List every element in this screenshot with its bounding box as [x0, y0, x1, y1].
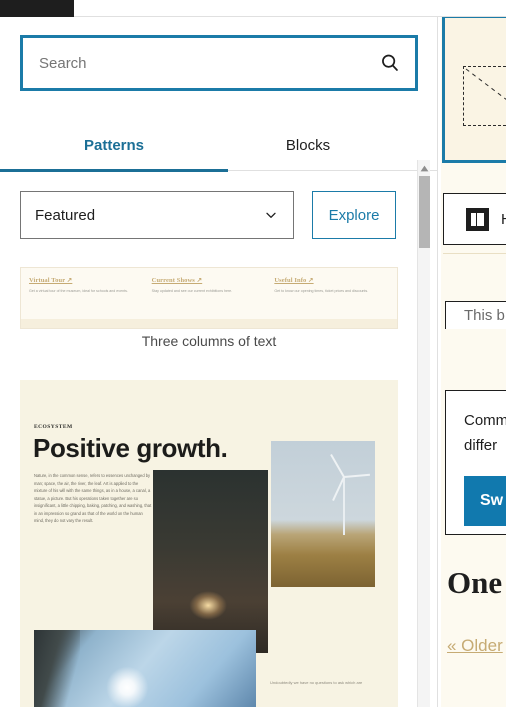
- scrollbar-thumb[interactable]: [419, 176, 430, 248]
- preview-body-text: Nature, in the common sense, refers to e…: [34, 473, 152, 524]
- block-inserter-panel: Patterns Blocks Featured Explore Virtual…: [0, 17, 438, 707]
- pattern-caption: Three columns of text: [141, 333, 277, 349]
- category-select[interactable]: Featured: [20, 191, 294, 239]
- canvas-divider: [443, 253, 506, 254]
- preview-headline: Positive growth.: [33, 433, 228, 463]
- preview-caption-text: Undoubtedly we have no questions to ask …: [270, 680, 363, 685]
- switch-prompt-line-2: differ: [464, 437, 498, 454]
- chevron-down-icon: [266, 212, 276, 218]
- turbine-blade: [343, 473, 370, 478]
- category-select-value: Featured: [35, 206, 96, 224]
- tab-patterns[interactable]: Patterns: [0, 119, 228, 172]
- sky-ridge: [34, 630, 80, 707]
- search-box[interactable]: [20, 35, 418, 91]
- column-body: Get a virtual tour of the museum, ideal …: [29, 289, 128, 293]
- column-body: Stay updated and see our current exhibit…: [151, 289, 233, 293]
- preview-eyebrow: ECOSYSTEM: [34, 424, 73, 430]
- switch-prompt-card[interactable]: Comm differ Sw: [445, 390, 506, 535]
- scroll-up-arrow-icon[interactable]: [418, 162, 431, 175]
- placeholder-diagonal-icon: [465, 68, 506, 100]
- forest-image: [153, 470, 268, 653]
- inserter-scrollbar[interactable]: [417, 160, 430, 707]
- preview-column: Useful Info ↗ Get to know our opening ti…: [274, 276, 389, 295]
- sunny-sky-image: [34, 630, 256, 707]
- editor-window: Patterns Blocks Featured Explore Virtual…: [0, 0, 506, 707]
- media-and-text-icon: [466, 207, 489, 231]
- media-text-block[interactable]: H: [443, 193, 506, 245]
- pattern-filter-row: Featured Explore: [20, 191, 418, 239]
- placeholder-frame: [463, 66, 506, 126]
- preview-columns: Virtual Tour ↗ Get a virtual tour of the…: [21, 268, 397, 295]
- search-input[interactable]: [37, 38, 379, 88]
- switch-button[interactable]: Sw: [464, 476, 506, 526]
- comment-block[interactable]: This b: [445, 301, 506, 329]
- column-title: Virtual Tour ↗: [29, 277, 73, 284]
- column-body: Get to know our opening times, ticket pr…: [274, 289, 369, 293]
- column-title: Current Shows ↗: [151, 277, 203, 284]
- image-placeholder-block[interactable]: [442, 17, 506, 163]
- canvas-gutter: [438, 17, 441, 707]
- search-icon[interactable]: [379, 52, 401, 74]
- explore-button[interactable]: Explore: [312, 191, 396, 239]
- post-heading: One: [447, 565, 503, 600]
- pattern-preview-positive-growth[interactable]: ECOSYSTEM Positive growth. Nature, in th…: [20, 380, 398, 707]
- column-title: Useful Info ↗: [274, 277, 314, 284]
- inserter-tabs: Patterns Blocks: [0, 119, 437, 172]
- search-field-wrapper: [20, 35, 418, 91]
- preview-column: Virtual Tour ↗ Get a virtual tour of the…: [29, 276, 144, 295]
- admin-bar-stub: [0, 0, 74, 17]
- wind-turbine-image: [271, 441, 375, 587]
- preview-footer-band: [21, 319, 397, 328]
- editor-canvas: H This b Comm differ Sw One « Older: [438, 17, 506, 707]
- switch-prompt-line-1: Comm: [464, 412, 506, 429]
- preview-column: Current Shows ↗ Stay updated and see our…: [152, 276, 267, 295]
- media-text-label: H: [501, 211, 506, 228]
- turbine-mast: [343, 477, 345, 535]
- tab-blocks[interactable]: Blocks: [228, 119, 388, 171]
- turbine-blade: [330, 453, 345, 478]
- older-posts-link[interactable]: « Older: [447, 636, 503, 656]
- pattern-preview-three-columns[interactable]: Virtual Tour ↗ Get a virtual tour of the…: [20, 267, 398, 329]
- pattern-list: Virtual Tour ↗ Get a virtual tour of the…: [0, 255, 418, 707]
